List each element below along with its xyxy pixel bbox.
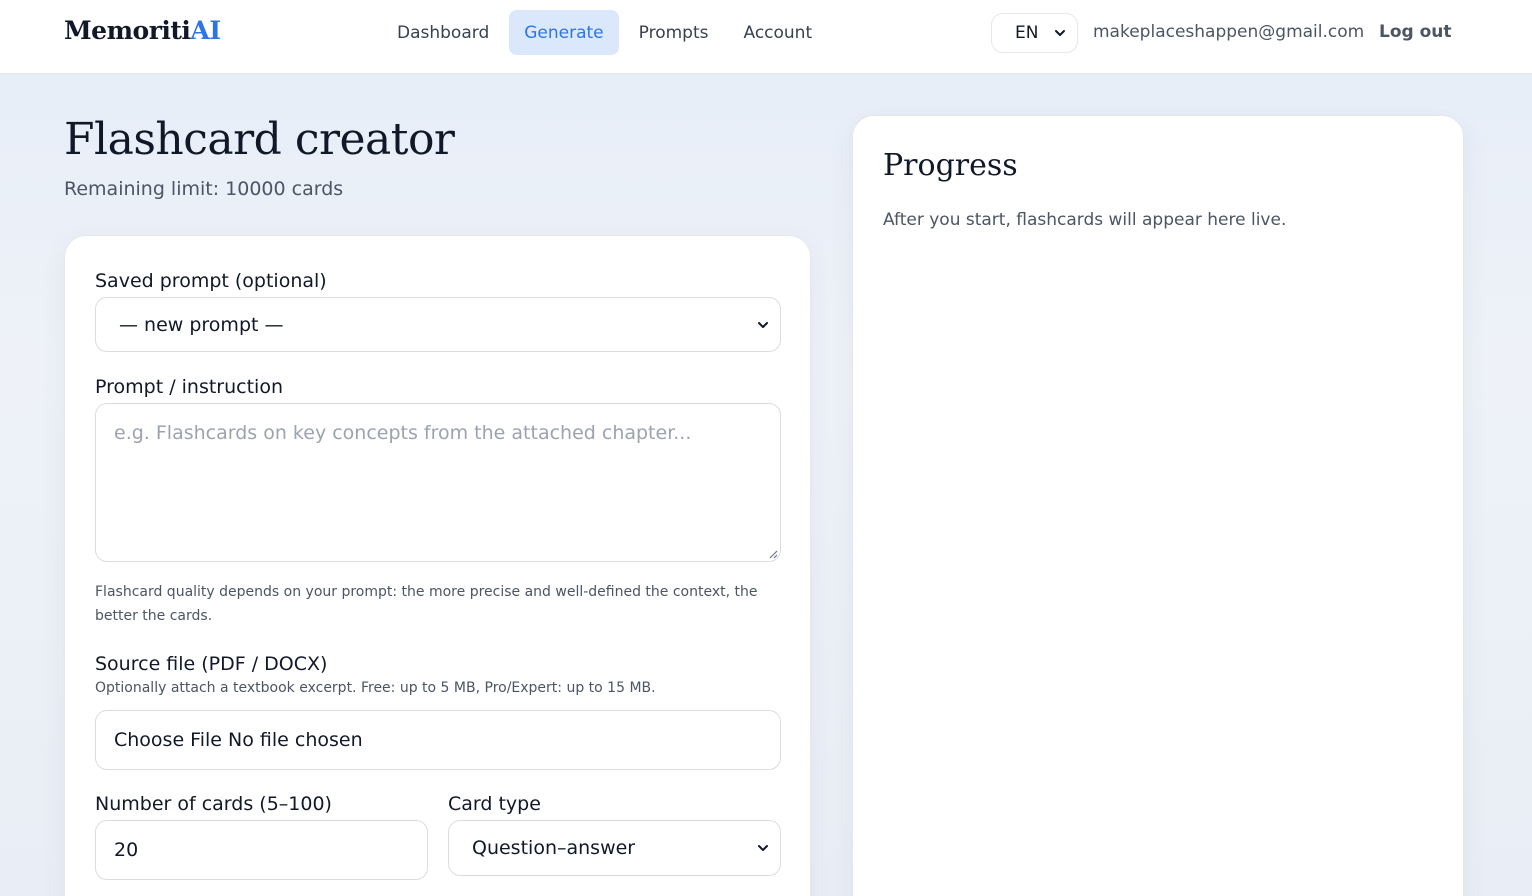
remaining-limit: Remaining limit: 10000 cards [64, 178, 344, 200]
nav-account[interactable]: Account [728, 10, 827, 55]
saved-prompt-select[interactable]: — new prompt — [95, 297, 781, 352]
source-file-label: Source file (PDF / DOCX) [95, 653, 328, 675]
main-nav: Dashboard Generate Prompts Account [382, 10, 832, 55]
file-status: No file chosen [228, 729, 363, 751]
resize-handle-icon[interactable] [768, 549, 778, 559]
progress-empty-text: After you start, flashcards will appear … [883, 210, 1287, 230]
card-type-label: Card type [448, 793, 541, 815]
progress-title: Progress [883, 148, 1018, 183]
choose-file-button[interactable]: Choose File [114, 729, 222, 751]
saved-prompt-value: — new prompt — [119, 313, 284, 336]
nav-dashboard[interactable]: Dashboard [382, 10, 504, 55]
nav-generate[interactable]: Generate [509, 10, 619, 55]
logo-suffix: AI [190, 16, 221, 45]
saved-prompt-label: Saved prompt (optional) [95, 270, 327, 292]
language-select[interactable]: EN [991, 13, 1078, 53]
card-type-select[interactable]: Question–answer [448, 820, 781, 876]
card-count-value: 20 [114, 839, 139, 861]
card-count-input[interactable]: 20 [95, 820, 428, 880]
progress-panel: Progress After you start, flashcards wil… [852, 115, 1464, 896]
logout-button[interactable]: Log out [1379, 22, 1452, 42]
card-count-label: Number of cards (5–100) [95, 793, 332, 815]
file-input[interactable]: Choose File No file chosen [95, 710, 781, 770]
chevron-down-icon [1055, 30, 1065, 36]
chevron-down-icon [758, 845, 768, 851]
source-file-hint: Optionally attach a textbook excerpt. Fr… [95, 680, 656, 696]
logo[interactable]: MemoritiAI [64, 16, 221, 45]
chevron-down-icon [758, 321, 768, 328]
top-bar: MemoritiAI Dashboard Generate Prompts Ac… [0, 0, 1532, 74]
generate-form: Saved prompt (optional) — new prompt — P… [64, 235, 811, 896]
user-email: makeplaceshappen@gmail.com [1093, 22, 1365, 42]
nav-prompts[interactable]: Prompts [624, 10, 724, 55]
card-type-value: Question–answer [472, 837, 636, 859]
prompt-hint: Flashcard quality depends on your prompt… [95, 584, 758, 624]
language-value: EN [1015, 23, 1039, 43]
logo-name: Memoriti [64, 16, 191, 45]
page-title: Flashcard creator [64, 114, 455, 165]
prompt-label: Prompt / instruction [95, 376, 284, 398]
prompt-textarea[interactable]: e.g. Flashcards on key concepts from the… [95, 403, 781, 562]
prompt-placeholder: e.g. Flashcards on key concepts from the… [114, 422, 692, 444]
